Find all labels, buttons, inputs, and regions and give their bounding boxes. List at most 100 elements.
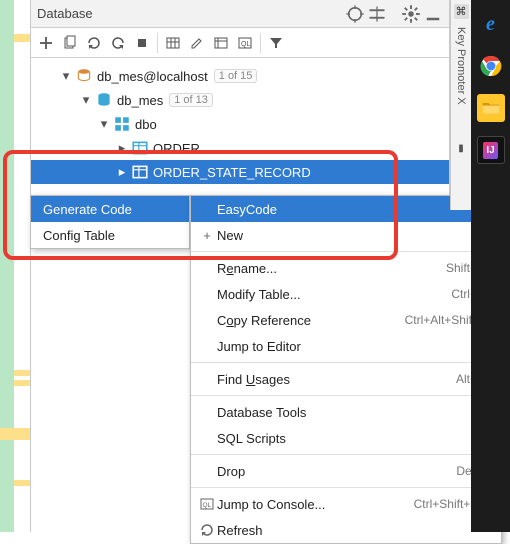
menu-generate-code[interactable]: Generate Code <box>31 196 189 222</box>
menu-label: Refresh <box>217 523 491 538</box>
menu-separator <box>191 487 501 488</box>
tree-datasource[interactable]: ▾ db_mes@localhost 1 of 15 <box>31 64 449 88</box>
menu-label: Rename... <box>217 261 446 276</box>
tree-schema[interactable]: ▾ dbo <box>31 112 449 136</box>
menu-label: Generate Code <box>43 202 132 217</box>
console-icon: QL <box>197 495 217 513</box>
tree-label: dbo <box>135 117 157 132</box>
filter-icon[interactable] <box>265 32 287 54</box>
blank-icon <box>197 429 217 447</box>
tree-database[interactable]: ▾ db_mes 1 of 13 <box>31 88 449 112</box>
blank-icon <box>197 403 217 421</box>
menu-separator <box>191 362 501 363</box>
console-icon[interactable]: QL <box>234 32 256 54</box>
menu-label: Jump to Editor <box>217 339 477 354</box>
menu-find-usages[interactable]: Find Usages Alt+F7 <box>191 366 501 392</box>
chevron-down-icon[interactable]: ▾ <box>79 93 93 107</box>
gutter-mark <box>14 480 30 486</box>
menu-label: New <box>217 228 477 243</box>
datasource-icon <box>75 67 93 85</box>
split-icon[interactable] <box>367 4 387 24</box>
ddl-icon[interactable] <box>210 32 232 54</box>
minimize-icon[interactable] <box>423 4 443 24</box>
intellij-app-icon[interactable]: IJ <box>477 136 505 164</box>
edge-app-icon[interactable]: e <box>477 10 505 38</box>
menu-sql-scripts[interactable]: SQL Scripts ▶ <box>191 425 501 451</box>
menu-modify-table[interactable]: Modify Table... Ctrl+F6 <box>191 281 501 307</box>
tree-label: db_mes <box>117 93 163 108</box>
menu-drop[interactable]: Drop Delete <box>191 458 501 484</box>
database-tree[interactable]: ▾ db_mes@localhost 1 of 15 ▾ db_mes 1 of… <box>31 58 449 184</box>
table-icon <box>131 163 149 181</box>
blank-icon <box>197 285 217 303</box>
tree-label: db_mes@localhost <box>97 69 208 84</box>
explorer-app-icon[interactable] <box>477 94 505 122</box>
blank-icon <box>197 462 217 480</box>
tree-count: 1 of 13 <box>169 93 213 107</box>
chevron-right-icon[interactable]: ▸ <box>115 165 129 179</box>
side-stripe[interactable]: ⌘ Key Promoter X ▮ <box>450 0 471 210</box>
tree-table-selected[interactable]: ▸ ORDER_STATE_RECORD <box>31 160 449 184</box>
menu-separator <box>191 251 501 252</box>
tool-window-title: Database <box>37 6 343 21</box>
menu-label: Drop <box>217 464 456 479</box>
chevron-down-icon[interactable]: ▾ <box>59 69 73 83</box>
side-stripe-label: Key Promoter X <box>455 27 467 105</box>
schema-icon <box>113 115 131 133</box>
menu-label: Jump to Console... <box>217 497 414 512</box>
key-promoter-icon: ⌘ <box>454 4 469 19</box>
table-icon[interactable] <box>162 32 184 54</box>
menu-label: Modify Table... <box>217 287 451 302</box>
chevron-right-icon[interactable]: ▸ <box>115 141 129 155</box>
refresh-icon[interactable] <box>83 32 105 54</box>
menu-new[interactable]: + New ▶ <box>191 222 501 248</box>
menu-label: Database Tools <box>217 405 477 420</box>
menu-label: Copy Reference <box>217 313 405 328</box>
tree-count: 1 of 15 <box>214 69 258 83</box>
windows-taskbar: e IJ <box>471 0 510 532</box>
titlebar-sep <box>389 4 399 24</box>
add-icon[interactable] <box>35 32 57 54</box>
easycode-submenu: Generate Code Config Table <box>30 195 190 249</box>
menu-copy-reference[interactable]: Copy Reference Ctrl+Alt+Shift+C <box>191 307 501 333</box>
gutter-inner <box>14 0 30 532</box>
menu-separator <box>191 454 501 455</box>
gutter-mark <box>14 370 30 376</box>
edit-icon[interactable] <box>186 32 208 54</box>
gutter-mark <box>14 34 30 42</box>
menu-jump-to-editor[interactable]: Jump to Editor F4 <box>191 333 501 359</box>
gutter-mark <box>0 428 30 440</box>
db-stripe-icon[interactable]: ▮ <box>458 143 464 154</box>
menu-database-tools[interactable]: Database Tools ▶ <box>191 399 501 425</box>
svg-text:QL: QL <box>203 502 212 509</box>
context-menu: EasyCode ▶ + New ▶ Rename... Shift+F6 Mo… <box>190 195 502 544</box>
blank-icon <box>197 200 217 218</box>
rollback-icon[interactable] <box>107 32 129 54</box>
tool-window-titlebar: Database <box>31 0 449 28</box>
toolbar-sep <box>157 33 158 53</box>
chevron-down-icon[interactable]: ▾ <box>97 117 111 131</box>
svg-text:QL: QL <box>241 41 250 48</box>
target-icon[interactable] <box>345 4 365 24</box>
database-icon <box>95 91 113 109</box>
menu-label: SQL Scripts <box>217 431 477 446</box>
stop-icon[interactable] <box>131 32 153 54</box>
menu-separator <box>191 395 501 396</box>
plus-icon: + <box>197 226 217 244</box>
menu-refresh[interactable]: Refresh <box>191 517 501 543</box>
blank-icon <box>197 370 217 388</box>
menu-label: EasyCode <box>217 202 477 217</box>
gear-icon[interactable] <box>401 4 421 24</box>
copy-icon[interactable] <box>59 32 81 54</box>
menu-config-table[interactable]: Config Table <box>31 222 189 248</box>
chrome-app-icon[interactable] <box>477 52 505 80</box>
gutter-mark <box>14 380 30 386</box>
blank-icon <box>197 311 217 329</box>
toolbar-sep <box>260 33 261 53</box>
editor-gutter <box>0 0 30 532</box>
menu-rename[interactable]: Rename... Shift+F6 <box>191 255 501 281</box>
tree-label: ORDER_STATE_RECORD <box>153 165 311 180</box>
tree-table[interactable]: ▸ ORDER <box>31 136 449 160</box>
menu-label: Find Usages <box>217 372 456 387</box>
menu-jump-to-console[interactable]: QL Jump to Console... Ctrl+Shift+F10 <box>191 491 501 517</box>
